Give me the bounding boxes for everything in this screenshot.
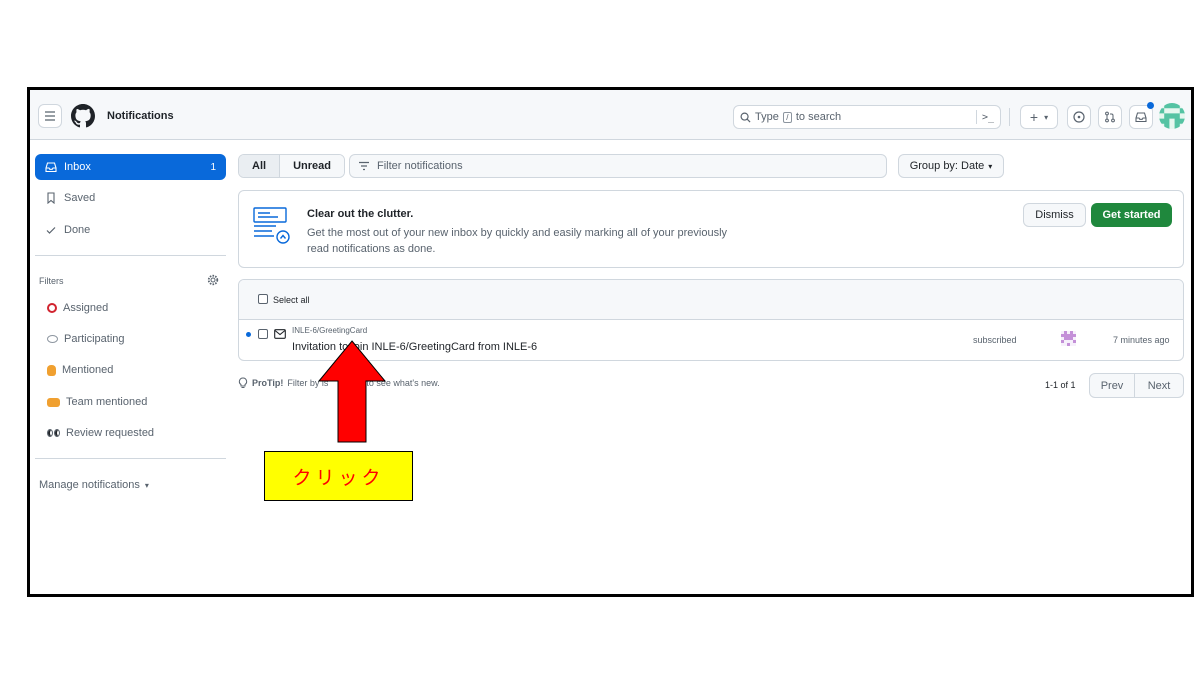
chevron-down-icon: ▾ <box>144 481 149 490</box>
pull-requests-button[interactable] <box>1098 105 1122 129</box>
notification-reason: subscribed <box>973 335 1017 345</box>
notification-time: 7 minutes ago <box>1113 335 1170 345</box>
inbox-icon <box>45 162 57 173</box>
dismiss-button[interactable]: Dismiss <box>1023 203 1086 227</box>
bookmark-icon <box>47 192 55 204</box>
avatar <box>1061 331 1076 346</box>
light-bulb-icon <box>238 377 248 388</box>
click-callout: クリック <box>264 451 413 501</box>
mail-icon <box>274 329 286 339</box>
manage-notifications-label: Manage notifications <box>39 479 140 491</box>
group-by-label: Group by: Date <box>909 160 985 172</box>
page-title: Notifications <box>107 110 174 122</box>
banner-text: Get the most out of your new inbox by qu… <box>307 227 728 255</box>
target-icon <box>47 303 57 313</box>
sidebar: Inbox 1 Saved Done Filters Assigned Part… <box>30 140 227 594</box>
filter-assigned[interactable]: Assigned <box>47 302 108 314</box>
menu-button[interactable] <box>38 104 62 128</box>
sidebar-item-label: Inbox <box>64 161 91 173</box>
raised-hands-icon <box>47 397 60 407</box>
pull-request-icon <box>1105 111 1115 123</box>
select-all-label: Select all <box>273 295 310 305</box>
row-checkbox[interactable] <box>258 329 268 339</box>
filter-label: Participating <box>64 333 125 345</box>
tab-unread[interactable]: Unread <box>280 155 344 177</box>
inbox-icon <box>1135 112 1147 123</box>
repo-name[interactable]: INLE-6/GreetingCard <box>292 326 367 335</box>
command-palette-button[interactable]: >_ <box>976 105 1000 129</box>
filters-heading: Filters <box>39 276 64 286</box>
top-header: Notifications Type / to search >_ + ▾ <box>30 90 1191 140</box>
filter-review-requested[interactable]: Review requested <box>47 427 154 439</box>
group-by-dropdown[interactable]: Group by: Date ▾ <box>898 154 1004 178</box>
avatar[interactable] <box>1159 103 1185 129</box>
chevron-down-icon: ▾ <box>1044 112 1049 122</box>
read-filter-segmented: All Unread <box>238 154 345 178</box>
filter-participating[interactable]: Participating <box>47 333 125 345</box>
filter-team-mentioned[interactable]: Team mentioned <box>47 396 147 408</box>
search-input[interactable]: Type / to search <box>733 105 1001 129</box>
issues-button[interactable] <box>1067 105 1091 129</box>
get-started-button[interactable]: Get started <box>1091 203 1172 227</box>
filter-notifications-input[interactable]: Filter notifications <box>349 154 887 178</box>
check-icon <box>46 227 56 234</box>
sidebar-item-label: Saved <box>64 192 96 204</box>
red-arrow-annotation <box>318 340 386 443</box>
gear-icon[interactable] <box>207 274 219 286</box>
sidebar-item-label: Done <box>64 224 91 236</box>
unread-dot <box>1147 102 1154 109</box>
plus-icon: + <box>1029 109 1039 125</box>
filter-label: Assigned <box>63 302 109 314</box>
github-logo-icon[interactable] <box>71 104 95 128</box>
clutter-banner: Clear out the clutter. Get the most out … <box>238 190 1184 268</box>
speech-bubble-icon <box>47 335 58 343</box>
filter-label: Review requested <box>66 427 155 439</box>
search-placeholder-post: to search <box>795 111 842 123</box>
identicon-icon <box>1159 103 1185 129</box>
sidebar-item-saved[interactable]: Saved <box>35 185 226 211</box>
manage-notifications-link[interactable]: Manage notifications ▾ <box>39 479 149 492</box>
create-new-button[interactable]: + ▾ <box>1020 105 1058 129</box>
inbox-count: 1 <box>210 161 216 173</box>
tab-all[interactable]: All <box>239 155 281 177</box>
chevron-down-icon: ▾ <box>988 161 993 171</box>
search-shortcut-key: / <box>782 111 792 123</box>
protip-label: ProTip! <box>252 378 284 388</box>
divider <box>35 458 226 459</box>
raised-hand-icon <box>47 364 56 376</box>
filter-mentioned[interactable]: Mentioned <box>47 364 113 376</box>
filter-placeholder: Filter notifications <box>377 160 463 172</box>
select-all-checkbox[interactable] <box>258 294 268 304</box>
filter-label: Team mentioned <box>66 396 148 408</box>
inbox-illustration-icon <box>253 207 290 244</box>
unread-dot <box>246 332 251 337</box>
screenshot-frame: Notifications Type / to search >_ + ▾ In… <box>27 87 1194 597</box>
banner-title: Clear out the clutter. <box>307 208 414 220</box>
page-info: 1-1 of 1 <box>1045 380 1076 390</box>
sidebar-item-done[interactable]: Done <box>35 217 226 243</box>
filter-label: Mentioned <box>62 364 114 376</box>
sidebar-item-inbox[interactable]: Inbox 1 <box>35 154 226 180</box>
header-divider <box>1009 108 1010 126</box>
divider <box>35 255 226 256</box>
issue-opened-icon <box>1073 111 1085 123</box>
list-header: Select all <box>239 280 1183 320</box>
prev-button[interactable]: Prev <box>1089 373 1135 398</box>
next-button[interactable]: Next <box>1134 373 1184 398</box>
search-icon <box>740 112 751 123</box>
hamburger-icon <box>45 111 55 121</box>
eyes-icon <box>47 429 60 437</box>
filter-icon <box>359 161 369 171</box>
search-placeholder-pre: Type <box>755 111 779 123</box>
terminal-icon: >_ <box>981 111 995 123</box>
